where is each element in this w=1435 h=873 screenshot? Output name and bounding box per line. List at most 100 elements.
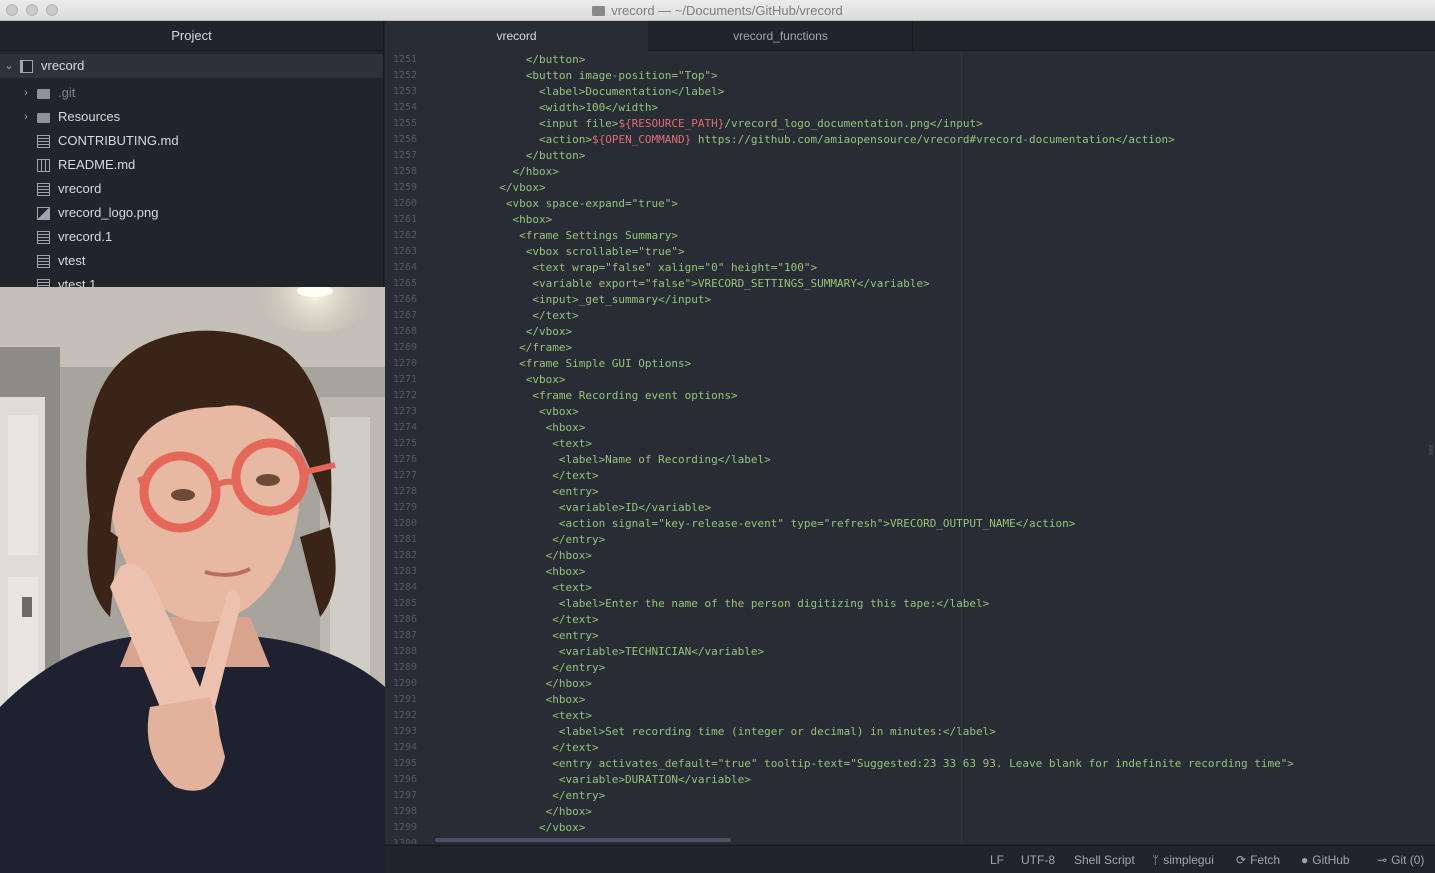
line-ending-indicator[interactable]: LF: [990, 853, 1004, 867]
code-line[interactable]: <entry>: [433, 628, 598, 644]
code-line[interactable]: </text>: [433, 468, 598, 484]
line-number: 1252: [392, 70, 417, 81]
line-number: 1266: [392, 294, 417, 305]
line-number: 1265: [392, 278, 417, 289]
code-line[interactable]: </entry>: [433, 660, 605, 676]
code-line[interactable]: </hbox>: [433, 804, 592, 820]
line-number: 1290: [392, 678, 417, 689]
code-line[interactable]: <action signal="key-release-event" type=…: [433, 516, 1076, 532]
code-line[interactable]: <label>Documentation</label>: [433, 84, 724, 100]
code-line[interactable]: <label>Set recording time (integer or de…: [433, 724, 996, 740]
code-line[interactable]: <variable>ID</variable>: [433, 500, 711, 516]
code-line[interactable]: <hbox>: [433, 212, 552, 228]
vertical-scrollbar[interactable]: [1429, 445, 1433, 455]
git-commit-icon: ⊸: [1377, 853, 1388, 867]
code-line[interactable]: <hbox>: [433, 420, 586, 436]
code-text: </vbox>: [433, 325, 573, 338]
code-line[interactable]: <text wrap="false" xalign="0" height="10…: [433, 260, 817, 276]
code-line[interactable]: </text>: [433, 612, 599, 628]
tree-file-item[interactable]: vrecord_logo.png: [0, 201, 383, 225]
code-text: <label>Documentation</label>: [433, 85, 725, 98]
code-line[interactable]: <input>_get_summary</input>: [433, 292, 711, 308]
fetch-button[interactable]: ⟳ Fetch: [1236, 853, 1280, 867]
code-line[interactable]: <frame Settings Summary>: [433, 228, 678, 244]
code-line[interactable]: <text>: [433, 580, 592, 596]
tree-folder-item[interactable]: › .git: [0, 81, 383, 105]
code-line[interactable]: <button image-position="Top">: [433, 68, 718, 84]
line-number: 1273: [392, 406, 417, 417]
line-number: 1296: [392, 774, 417, 785]
code-line[interactable]: <vbox scrollable="true">: [433, 244, 685, 260]
code-line[interactable]: </frame>: [433, 340, 572, 356]
code-editor[interactable]: 1251 1252 1253 1254 1255 1256 1257 1258 1259 1260…: [385, 51, 1435, 844]
code-line[interactable]: <text>: [433, 708, 592, 724]
code-line[interactable]: <vbox>: [433, 372, 566, 388]
tree-root-item[interactable]: ⌄ vrecord: [0, 54, 383, 78]
code-lines[interactable]: </button> <button image-position="Top"> …: [433, 51, 1435, 844]
code-line[interactable]: </entry>: [433, 788, 605, 804]
chevron-right-icon[interactable]: ›: [21, 105, 31, 129]
tree-file-item[interactable]: vtest: [0, 249, 383, 273]
code-line[interactable]: <entry activates_default="true" tooltip-…: [433, 756, 1294, 772]
code-line[interactable]: </entry>: [433, 532, 605, 548]
code-line[interactable]: <label>Enter the name of the person digi…: [433, 596, 989, 612]
code-text: <text wrap="false" xalign="0" height="10…: [433, 261, 818, 274]
git-button[interactable]: ⊸ Git (0): [1377, 853, 1424, 867]
branch-indicator[interactable]: ᛘ simplegui: [1152, 853, 1214, 867]
tab-vrecord-functions[interactable]: vrecord_functions: [649, 21, 913, 51]
code-line[interactable]: <vbox space-expand="true">: [433, 196, 678, 212]
code-text-rest: https://github.com/amiaopensource/vrecor…: [691, 133, 1175, 146]
code-text: </frame>: [433, 341, 573, 354]
code-text: </entry>: [433, 533, 606, 546]
tree-folder-item[interactable]: › Resources: [0, 105, 383, 129]
code-line[interactable]: </button>: [433, 52, 586, 68]
code-text: <frame Simple GUI Options>: [433, 357, 692, 370]
code-line[interactable]: <label>Name of Recording</label>: [433, 452, 771, 468]
webcam-overlay-image: [0, 287, 385, 873]
code-line[interactable]: </vbox>: [433, 180, 545, 196]
code-line[interactable]: <width>100</width>: [433, 100, 658, 116]
chevron-down-icon[interactable]: ⌄: [4, 54, 14, 78]
line-number: 1288: [392, 646, 417, 657]
code-text: <hbox>: [433, 213, 553, 226]
document-icon: [592, 6, 606, 16]
line-number: 1267: [392, 310, 417, 321]
code-line[interactable]: </hbox>: [433, 676, 592, 692]
code-line[interactable]: <variable export="false">VRECORD_SETTING…: [433, 276, 929, 292]
code-line[interactable]: <vbox>: [433, 404, 579, 420]
code-line[interactable]: </vbox>: [433, 820, 585, 836]
code-line[interactable]: </hbox>: [433, 164, 558, 180]
code-line[interactable]: </button>: [433, 148, 586, 164]
line-number: 1300: [392, 838, 417, 844]
encoding-indicator[interactable]: UTF-8: [1021, 853, 1055, 867]
code-line[interactable]: </vbox>: [433, 324, 572, 340]
code-line[interactable]: <text>: [433, 436, 592, 452]
fetch-label: Fetch: [1250, 853, 1281, 867]
line-number: 1255: [392, 118, 417, 129]
tree-file-item[interactable]: README.md: [0, 153, 383, 177]
code-line[interactable]: <entry>: [433, 484, 599, 500]
grammar-indicator[interactable]: Shell Script: [1074, 853, 1135, 867]
code-line[interactable]: </text>: [433, 740, 598, 756]
code-line[interactable]: </text>: [433, 308, 578, 324]
code-line[interactable]: <hbox>: [433, 692, 586, 708]
code-line[interactable]: <variable>TECHNICIAN</variable>: [433, 644, 764, 660]
code-line[interactable]: <hbox>: [433, 564, 586, 580]
tree-item-label: vtest: [58, 253, 86, 268]
tab-vrecord[interactable]: vrecord: [385, 21, 648, 51]
code-line[interactable]: <action>${OPEN_COMMAND} https://github.c…: [433, 132, 1175, 148]
code-line[interactable]: <variable>DURATION</variable>: [433, 772, 751, 788]
code-text: <entry>: [433, 485, 599, 498]
code-line[interactable]: <frame Recording event options>: [433, 388, 737, 404]
tree-file-item[interactable]: CONTRIBUTING.md: [0, 129, 383, 153]
horizontal-scrollbar[interactable]: [435, 838, 731, 842]
chevron-right-icon[interactable]: ›: [21, 81, 31, 105]
tree-file-item[interactable]: vrecord: [0, 177, 383, 201]
tree-file-item[interactable]: vrecord.1: [0, 225, 383, 249]
code-text: </text>: [433, 613, 599, 626]
code-line[interactable]: <input file>${RESOURCE_PATH}/vrecord_log…: [433, 116, 983, 132]
github-button[interactable]: ● GitHub: [1301, 853, 1350, 867]
code-line[interactable]: </hbox>: [433, 548, 592, 564]
tree-item-label: vrecord_logo.png: [58, 205, 159, 220]
code-line[interactable]: <frame Simple GUI Options>: [433, 356, 691, 372]
